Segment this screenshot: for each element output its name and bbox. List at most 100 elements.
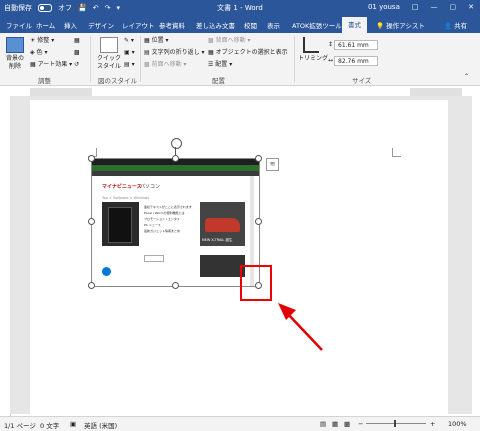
separator bbox=[140, 36, 141, 82]
width-icon: ↔ bbox=[328, 57, 334, 64]
remove-background-icon bbox=[6, 37, 24, 53]
ruler-text-area bbox=[92, 88, 410, 96]
rotate-handle[interactable] bbox=[171, 138, 182, 149]
word-count[interactable]: 0 文字 bbox=[40, 420, 59, 430]
align-button[interactable]: ☰ 配置 ▾ bbox=[208, 61, 232, 69]
remove-background-button[interactable]: 背景の削除 bbox=[4, 37, 26, 71]
print-layout-icon[interactable]: ▦ bbox=[332, 420, 338, 428]
tab-layout[interactable]: レイアウト bbox=[122, 20, 155, 30]
zoom-in-icon[interactable]: + bbox=[430, 420, 435, 428]
picture-layout-icon[interactable]: ▤ ▾ bbox=[124, 61, 135, 69]
browser-toolbar bbox=[92, 171, 259, 176]
picture-border-icon[interactable]: ✎ ▾ bbox=[124, 37, 134, 45]
height-input[interactable]: 61.61 mm bbox=[334, 40, 378, 50]
wrap-text-label: 文字列の折り返し bbox=[151, 49, 200, 56]
tab-format[interactable]: 書式 bbox=[342, 17, 367, 33]
crop-button[interactable]: トリミング bbox=[298, 37, 328, 63]
layout-options-icon[interactable]: ≋ bbox=[266, 158, 279, 171]
maximize-icon[interactable]: ▢ bbox=[450, 3, 457, 11]
margin-corner-marker bbox=[392, 148, 401, 157]
color-label: 色 bbox=[36, 49, 43, 56]
car-shape bbox=[205, 218, 240, 232]
resize-handle-top[interactable] bbox=[172, 155, 179, 162]
change-picture-icon[interactable]: ▩ bbox=[74, 49, 80, 57]
quick-styles-button[interactable]: クイックスタイル bbox=[96, 37, 122, 71]
height-icon: ↕ bbox=[328, 41, 334, 48]
collapse-ribbon-icon[interactable]: ⌃ bbox=[464, 73, 469, 81]
page-count[interactable]: 1/1 ページ bbox=[4, 420, 36, 430]
share-label: 共有 bbox=[454, 22, 468, 30]
position-button[interactable]: ▦ 位置 ▾ bbox=[144, 37, 169, 45]
proofing-icon[interactable]: ▣ bbox=[70, 420, 76, 428]
zoom-slider[interactable] bbox=[366, 423, 426, 424]
thumbnail-icon bbox=[102, 267, 111, 276]
zoom-level[interactable]: 100% bbox=[448, 420, 467, 428]
article-links: 連続テキストがここに表示されます Excel / Word の便利機能とは プロ… bbox=[144, 204, 194, 234]
selection-pane-label: オブジェクトの選択と表示 bbox=[215, 49, 288, 56]
resize-handle-bottom[interactable] bbox=[172, 282, 179, 289]
tab-references[interactable]: 参考資料 bbox=[159, 20, 185, 30]
selection-pane-button[interactable]: ▦ オブジェクトの選択と表示 bbox=[208, 49, 288, 57]
quick-styles-icon bbox=[100, 37, 118, 53]
group-adjust-label: 調整 bbox=[38, 77, 51, 85]
product-photo bbox=[102, 202, 139, 246]
tab-review[interactable]: 校閲 bbox=[244, 20, 257, 30]
inserted-picture[interactable]: マイナビニュース パソコン Top > Software > Windows 連… bbox=[91, 158, 260, 287]
crop-label: トリミング bbox=[298, 55, 329, 62]
share-button[interactable]: 👤 共有 bbox=[444, 20, 467, 30]
resize-handle-right[interactable] bbox=[255, 218, 262, 225]
horizontal-ruler[interactable] bbox=[30, 88, 462, 96]
color-button[interactable]: ◈ 色 ▾ bbox=[30, 49, 47, 57]
secondary-advert bbox=[200, 255, 245, 277]
close-icon[interactable]: ✕ bbox=[468, 3, 474, 11]
status-bar: 1/1 ページ 0 文字 ▣ 英語 (米国) ▤ ▦ ▩ − + 100% bbox=[0, 416, 480, 431]
tab-design[interactable]: デザイン bbox=[88, 20, 114, 30]
wrap-text-button[interactable]: ▤ 文字列の折り返し ▾ bbox=[144, 49, 205, 57]
picture-effects-icon[interactable]: ▣ ▾ bbox=[124, 49, 135, 57]
product-device bbox=[108, 207, 132, 243]
zoom-out-icon[interactable]: − bbox=[358, 420, 363, 428]
reset-picture-icon[interactable]: ↺ bbox=[74, 61, 79, 69]
align-label: 配置 bbox=[215, 61, 228, 68]
resize-handle-bottom-left[interactable] bbox=[88, 282, 95, 289]
web-layout-icon[interactable]: ▩ bbox=[344, 420, 350, 428]
group-picture-styles-label: 図のスタイル bbox=[98, 77, 137, 85]
resize-handle-left[interactable] bbox=[88, 218, 95, 225]
bring-forward-button[interactable]: ▩ 前面へ移動 ▾ bbox=[144, 61, 187, 69]
ribbon: 背景の削除 ☀ 修整 ▾ ◈ 色 ▾ ▦ アート効果 ▾ ▦ ▩ ↺ 調整 クイ… bbox=[0, 33, 480, 86]
tell-me-label: 操作アシスト bbox=[386, 22, 425, 30]
separator bbox=[294, 36, 295, 82]
remove-background-label: 背景の削除 bbox=[5, 55, 24, 70]
width-input[interactable]: 82.76 mm bbox=[334, 56, 378, 66]
breadcrumb: Top > Software > Windows bbox=[102, 196, 150, 200]
bring-forward-label: 前面へ移動 bbox=[151, 61, 182, 68]
artistic-effects-button[interactable]: ▦ アート効果 ▾ bbox=[30, 61, 72, 69]
resize-handle-top-left[interactable] bbox=[88, 155, 95, 162]
tab-file[interactable]: ファイル bbox=[6, 20, 32, 30]
minimize-icon[interactable]: — bbox=[431, 3, 438, 11]
resize-handle-top-right[interactable] bbox=[255, 155, 262, 162]
site-section: パソコン bbox=[140, 184, 161, 190]
highlight-box bbox=[240, 265, 272, 301]
read-mode-icon[interactable]: ▤ bbox=[320, 420, 326, 428]
tab-mailings[interactable]: 差し込み文書 bbox=[196, 20, 235, 30]
tab-atok[interactable]: ATOK拡張ツール bbox=[292, 20, 342, 30]
quick-styles-label: クイックスタイル bbox=[96, 55, 121, 70]
more-button bbox=[144, 255, 164, 262]
compress-pictures-icon[interactable]: ▦ bbox=[74, 37, 80, 45]
tell-me[interactable]: 💡 操作アシスト bbox=[376, 20, 425, 30]
crop-icon bbox=[303, 37, 319, 53]
user-name[interactable]: 01 yousa bbox=[368, 3, 400, 11]
group-size-label: サイズ bbox=[352, 77, 372, 85]
zoom-slider-thumb[interactable] bbox=[394, 420, 396, 427]
tab-view[interactable]: 表示 bbox=[267, 20, 280, 30]
ribbon-options-icon[interactable]: □ bbox=[412, 3, 419, 11]
language[interactable]: 英語 (米国) bbox=[84, 420, 117, 430]
site-logo: マイナビニュース bbox=[102, 184, 142, 190]
tab-insert[interactable]: 挿入 bbox=[64, 20, 77, 30]
corrections-button[interactable]: ☀ 修整 ▾ bbox=[30, 37, 54, 45]
send-backward-button[interactable]: ▩ 背面へ移動 ▾ bbox=[208, 37, 251, 45]
title-bar: 自動保存 オフ 💾 ↶ ↷ ▾ 文書 1 - Word 01 yousa □ —… bbox=[0, 0, 480, 17]
ribbon-tabs: ファイル ホーム 挿入 デザイン レイアウト 参考資料 差し込み文書 校閲 表示… bbox=[0, 17, 480, 33]
tab-home[interactable]: ホーム bbox=[36, 20, 55, 30]
